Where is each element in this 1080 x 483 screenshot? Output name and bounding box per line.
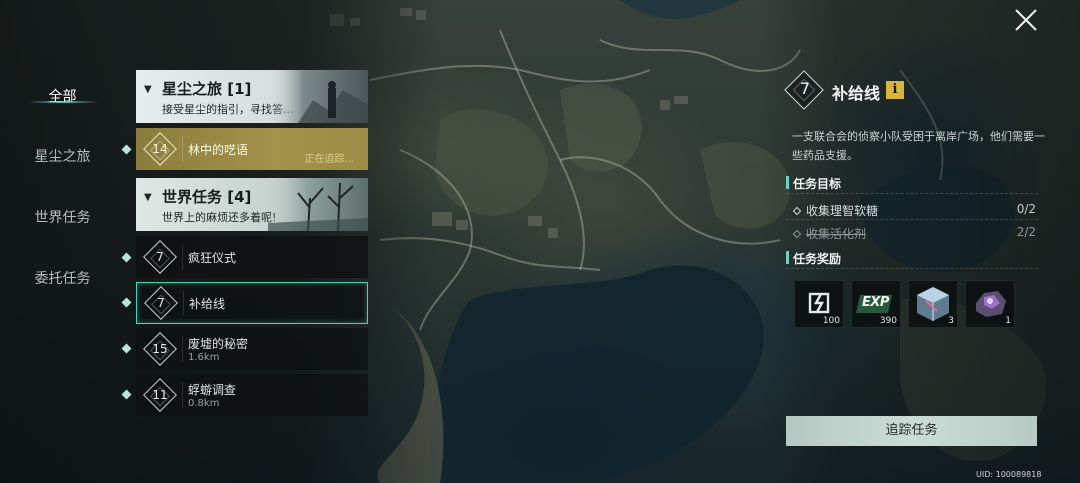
diamond-bullet-icon [792,229,802,239]
group-subtitle: 世界上的麻烦还多着呢! [162,211,277,224]
quest-item[interactable]: 11 蜉蝣调查 0.8km [136,374,368,416]
reward-quantity: 390 [879,316,897,326]
reward-slot[interactable]: EXP 390 [851,280,901,328]
objective-item-completed: 收集活化剂 2/2 [792,225,1038,242]
section-marker [786,251,789,264]
track-quest-button[interactable]: 追踪任务 [786,416,1037,446]
quest-distance: 1.6km [188,352,220,363]
diamond-bullet-icon [792,206,802,216]
objective-item: 收集理智软糖 0/2 [792,202,1038,219]
quest-item[interactable]: 15 废墟的秘密 1.6km [136,328,368,370]
reward-quantity: 100 [822,316,840,326]
close-button[interactable] [1012,6,1040,34]
reward-quantity: 1 [1005,316,1011,326]
chevron-down-icon: ▼ [144,192,152,203]
quest-group-stardust[interactable]: ▼ 星尘之旅 [1] 接受星尘的指引，寻找答... [136,70,368,123]
quest-distance: 0.8km [188,398,220,409]
close-icon [1015,9,1037,31]
quest-level: 7 [156,250,164,264]
objectives-heading: 任务目标 [793,177,842,191]
section-marker [786,176,789,189]
quest-level: 7 [157,296,165,310]
objective-count: 0/2 [1016,202,1036,216]
detail-description: 一支联合会的侦察小队受困于离岸广场，他们需要一些药品支援。 [792,130,1045,162]
category-active-indicator [28,101,98,103]
quest-item-selected[interactable]: 7 补给线 [136,282,368,324]
quest-group-world[interactable]: ▼ 世界任务 [4] 世界上的麻烦还多着呢! [136,178,368,231]
quest-name: 疯狂仪式 [188,251,237,265]
quest-name: 蜉蝣调查 [188,383,237,397]
reward-slot[interactable]: 1 [965,280,1015,328]
group-title: 世界任务 [4] [162,188,252,206]
quest-name: 废墟的秘密 [188,337,249,351]
category-stardust-journey[interactable]: 星尘之旅 [0,146,125,166]
group-title: 星尘之旅 [1] [162,80,252,98]
detail-level: 7 [799,79,811,98]
detail-title: 补给线 [832,84,881,103]
rewards-heading: 任务奖励 [793,252,842,266]
user-id: UID: 100089818 [976,470,1042,479]
tracking-status: 正在追踪... [304,154,354,165]
quest-name: 补给线 [189,297,226,311]
reward-quantity: 3 [948,316,954,326]
info-icon[interactable]: i [886,81,904,99]
quest-item[interactable]: 7 疯狂仪式 [136,236,368,278]
reward-slot[interactable]: 3 [908,280,958,328]
chevron-down-icon: ▼ [144,84,152,95]
group-banner-image [268,178,368,231]
category-commissions[interactable]: 委托任务 [0,268,125,288]
quest-level: 14 [152,142,168,156]
reward-slot[interactable]: 100 [794,280,844,328]
quest-item-tracked[interactable]: 14 林中的呓语 正在追踪... [136,128,368,170]
quest-level: 11 [152,388,168,402]
quest-name: 林中的呓语 [188,143,249,157]
group-banner-image [268,70,368,123]
quest-level: 15 [152,342,168,356]
category-world-quests[interactable]: 世界任务 [0,207,125,227]
objective-count: 2/2 [1016,225,1036,239]
category-all[interactable]: 全部 [0,86,125,106]
